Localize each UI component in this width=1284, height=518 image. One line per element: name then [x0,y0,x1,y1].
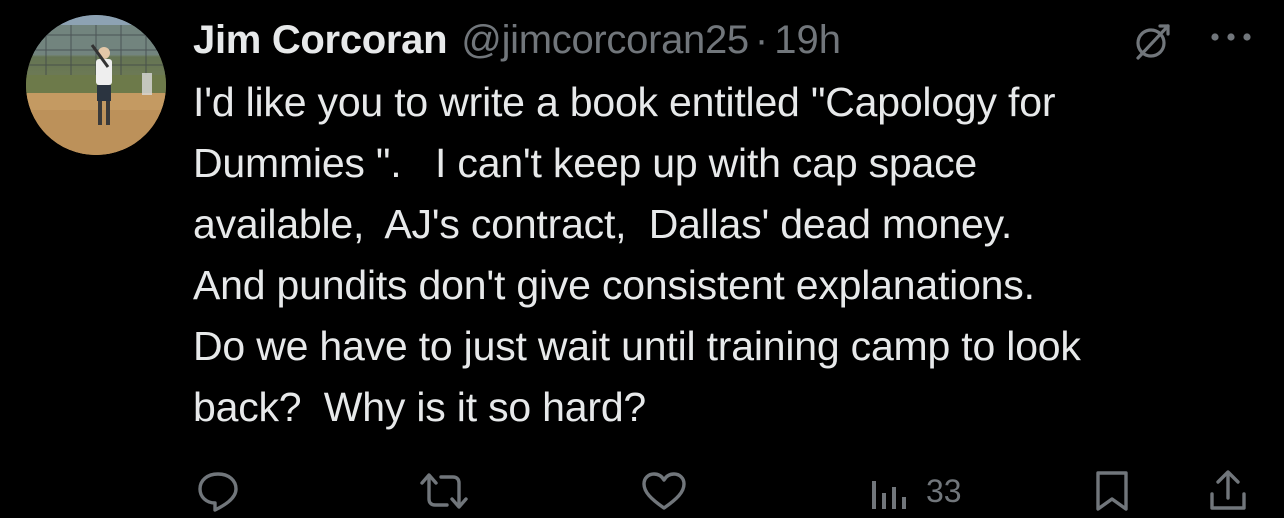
views-button[interactable]: 33 [868,468,962,514]
reply-icon [198,472,238,512]
reply-button[interactable] [195,468,241,514]
timestamp[interactable]: 19h [774,18,841,63]
more-options-icon[interactable] [1207,27,1255,47]
author-display-name[interactable]: Jim Corcoran [193,18,448,63]
views-chart-icon [872,481,906,509]
like-button[interactable] [639,468,689,514]
tweet-text: I'd like you to write a book entitled "C… [193,79,1081,430]
repost-icon [420,473,468,509]
bookmark-icon [1096,471,1128,511]
tweet-header: Jim Corcoran @jimcorcoran25 · 19h [193,14,841,66]
separator-dot: · [754,17,769,62]
views-count: 33 [926,472,962,509]
grok-icon[interactable] [1130,20,1174,64]
bookmark-button[interactable] [1092,468,1132,514]
share-button[interactable] [1206,468,1250,514]
avatar-image [26,15,166,155]
tweet[interactable]: Jim Corcoran @jimcorcoran25 · 19h I'd li… [0,0,1284,518]
heart-icon [642,472,686,510]
repost-button[interactable] [418,468,470,514]
author-handle[interactable]: @jimcorcoran25 [461,18,749,63]
avatar[interactable] [26,15,166,155]
share-icon [1210,470,1246,510]
